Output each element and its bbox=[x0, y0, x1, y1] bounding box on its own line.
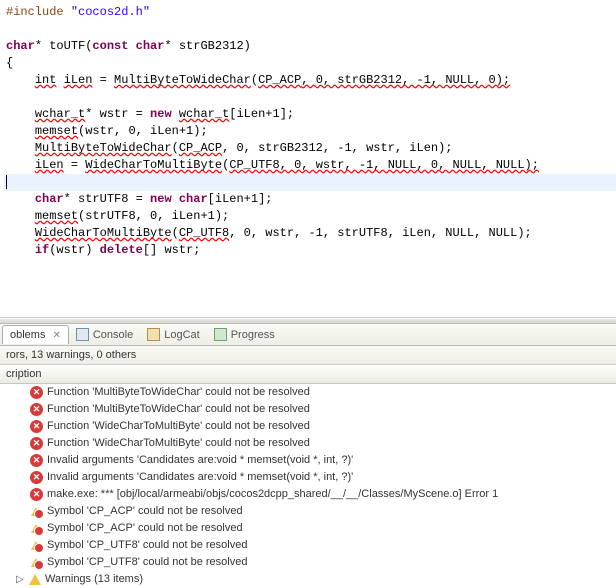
symbol-error-row[interactable]: Symbol 'CP_UTF8' could not be resolved bbox=[0, 537, 616, 554]
code-line-7: wchar_t* wstr = new wchar_t[iLen+1]; bbox=[4, 106, 616, 123]
warning-error-icon bbox=[30, 522, 43, 535]
tab-problems[interactable]: oblems ✕ bbox=[2, 325, 69, 344]
code-line-14: WideCharToMultiByte(CP_UTF8, 0, wstr, -1… bbox=[4, 225, 616, 242]
problems-list[interactable]: ✕ Function 'MultiByteToWideChar' could no… bbox=[0, 384, 616, 588]
error-text: Symbol 'CP_UTF8' could not be resolved bbox=[47, 538, 247, 553]
code-line-5: int iLen = MultiByteToWideChar(CP_ACP, 0… bbox=[4, 72, 616, 89]
tab-logcat[interactable]: LogCat bbox=[140, 325, 206, 344]
error-row[interactable]: ✕ make.exe: *** [obj/local/armeabi/objs/c… bbox=[0, 486, 616, 503]
progress-icon bbox=[214, 328, 227, 341]
warning-error-icon bbox=[30, 539, 43, 552]
warnings-group[interactable]: ▷ Warnings (13 items) bbox=[0, 571, 616, 588]
tab-label: oblems bbox=[10, 329, 45, 341]
error-text: Symbol 'CP_UTF8' could not be resolved bbox=[47, 555, 247, 570]
code-editor[interactable]: #include "cocos2d.h" char* toUTF(const c… bbox=[0, 0, 616, 318]
error-icon: ✕ bbox=[30, 420, 43, 433]
warnings-label: Warnings (13 items) bbox=[45, 572, 143, 587]
error-icon: ✕ bbox=[30, 454, 43, 467]
expand-icon[interactable]: ▷ bbox=[16, 572, 27, 587]
error-icon: ✕ bbox=[30, 403, 43, 416]
code-blank bbox=[4, 259, 616, 276]
problems-header-description[interactable]: cription bbox=[0, 365, 616, 384]
code-blank bbox=[4, 276, 616, 293]
tab-progress[interactable]: Progress bbox=[207, 325, 282, 344]
error-text: make.exe: *** [obj/local/armeabi/objs/co… bbox=[47, 487, 498, 502]
error-row[interactable]: ✕ Function 'MultiByteToWideChar' could no… bbox=[0, 384, 616, 401]
problems-summary: rors, 13 warnings, 0 others bbox=[0, 346, 616, 365]
error-row[interactable]: ✕ Invalid arguments 'Candidates are:void … bbox=[0, 469, 616, 486]
error-row[interactable]: ✕ Invalid arguments 'Candidates are:void … bbox=[0, 452, 616, 469]
code-line-15: if(wstr) delete[] wstr; bbox=[4, 242, 616, 259]
error-icon: ✕ bbox=[30, 471, 43, 484]
error-row[interactable]: ✕ Function 'WideCharToMultiByte' could no… bbox=[0, 435, 616, 452]
error-row[interactable]: ✕ Function 'WideCharToMultiByte' could no… bbox=[0, 418, 616, 435]
error-text: Function 'WideCharToMultiByte' could not… bbox=[47, 436, 310, 451]
logcat-icon bbox=[147, 328, 160, 341]
warning-error-icon bbox=[30, 556, 43, 569]
code-line-cursor bbox=[4, 174, 616, 191]
error-text: Invalid arguments 'Candidates are:void *… bbox=[47, 453, 353, 468]
code-line-13: memset(strUTF8, 0, iLen+1); bbox=[4, 208, 616, 225]
tab-console[interactable]: Console bbox=[69, 325, 140, 344]
warning-icon bbox=[29, 574, 41, 585]
code-blank bbox=[4, 89, 616, 106]
bottom-tabs: oblems ✕ Console LogCat Progress bbox=[0, 324, 616, 346]
symbol-error-row[interactable]: Symbol 'CP_UTF8' could not be resolved bbox=[0, 554, 616, 571]
error-text: Symbol 'CP_ACP' could not be resolved bbox=[47, 504, 243, 519]
tab-label: Console bbox=[93, 329, 133, 341]
code-line-9: MultiByteToWideChar(CP_ACP, 0, strGB2312… bbox=[4, 140, 616, 157]
symbol-error-row[interactable]: Symbol 'CP_ACP' could not be resolved bbox=[0, 520, 616, 537]
console-icon bbox=[76, 328, 89, 341]
error-icon: ✕ bbox=[30, 386, 43, 399]
error-icon: ✕ bbox=[30, 437, 43, 450]
code-line-10: iLen = WideCharToMultiByte(CP_UTF8, 0, w… bbox=[4, 157, 616, 174]
tab-label: Progress bbox=[231, 329, 275, 341]
code-line-12: char* strUTF8 = new char[iLen+1]; bbox=[4, 191, 616, 208]
code-line-4: { bbox=[4, 55, 616, 72]
error-row[interactable]: ✕ Function 'MultiByteToWideChar' could no… bbox=[0, 401, 616, 418]
error-text: Function 'MultiByteToWideChar' could not… bbox=[47, 385, 310, 400]
close-icon[interactable]: ✕ bbox=[52, 330, 60, 341]
error-text: Invalid arguments 'Candidates are:void *… bbox=[47, 470, 353, 485]
code-line-1: #include "cocos2d.h" bbox=[4, 4, 616, 21]
error-icon: ✕ bbox=[30, 488, 43, 501]
code-line-8: memset(wstr, 0, iLen+1); bbox=[4, 123, 616, 140]
code-line-3: char* toUTF(const char* strGB2312) bbox=[4, 38, 616, 55]
symbol-error-row[interactable]: Symbol 'CP_ACP' could not be resolved bbox=[0, 503, 616, 520]
code-blank bbox=[4, 21, 616, 38]
tab-label: LogCat bbox=[164, 329, 199, 341]
warning-error-icon bbox=[30, 505, 43, 518]
error-text: Function 'WideCharToMultiByte' could not… bbox=[47, 419, 310, 434]
error-text: Function 'MultiByteToWideChar' could not… bbox=[47, 402, 310, 417]
error-text: Symbol 'CP_ACP' could not be resolved bbox=[47, 521, 243, 536]
